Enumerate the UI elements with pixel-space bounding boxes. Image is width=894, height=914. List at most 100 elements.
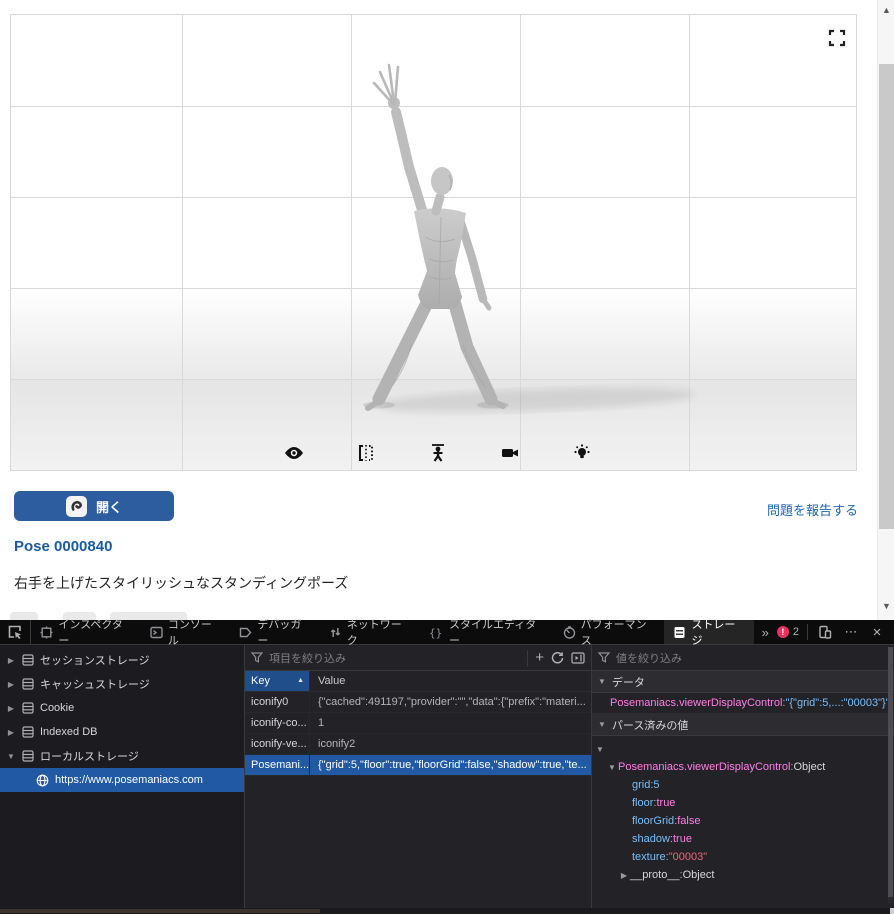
- table-row[interactable]: iconify-ve... iconify2: [245, 734, 591, 755]
- console-icon: [150, 626, 163, 639]
- storage-sidebar: ▶ セッションストレージ ▶ キャッシュストレージ ▶ Cookie ▶: [0, 645, 245, 908]
- pose-title: Pose 0000840: [14, 538, 112, 555]
- tag-chip[interactable]: [10, 612, 38, 620]
- sidebar-item-posemaniacs-host[interactable]: https://www.posemaniacs.com: [0, 768, 244, 792]
- tree-node-proto[interactable]: ▶ __proto__Object: [592, 866, 894, 884]
- tree-prop-texture[interactable]: texture"00003": [592, 848, 894, 866]
- expander-icon[interactable]: ▶: [6, 728, 16, 737]
- tab-inspector[interactable]: インスペクター: [31, 620, 141, 644]
- table-row-selected[interactable]: Posemani... {"grid":5,"floor":true,"floo…: [245, 755, 591, 776]
- responsive-mode-icon[interactable]: [816, 623, 834, 641]
- close-devtools-icon[interactable]: ×: [868, 623, 886, 641]
- tree-prop-floor-grid[interactable]: floorGridfalse: [592, 812, 894, 830]
- table-row[interactable]: iconify0 {"cached":491197,"provider":"",…: [245, 692, 591, 713]
- storage-table-panel: 項目を絞り込み +: [245, 645, 592, 908]
- camera-icon[interactable]: [499, 442, 521, 464]
- tab-storage[interactable]: ストレージ: [664, 620, 753, 644]
- values-filter-input[interactable]: 値を絞り込み: [616, 650, 888, 666]
- collapse-icon[interactable]: ▼: [6, 752, 16, 761]
- viewer-toolbar: [283, 442, 593, 464]
- tree-node-viewer-display-control[interactable]: ▼ Posemaniacs.viewerDisplayControlObject: [592, 758, 894, 776]
- meatball-menu-icon[interactable]: ⋯: [842, 623, 860, 641]
- collapse-icon: ▼: [606, 763, 618, 772]
- scrollbar-thumb[interactable]: [0, 909, 320, 913]
- expander-icon: ▶: [618, 871, 630, 880]
- eye-icon[interactable]: [283, 442, 305, 464]
- inspector-icon: [40, 626, 53, 639]
- storage-type-icon: [22, 726, 34, 738]
- add-item-icon[interactable]: +: [535, 649, 544, 666]
- pose-description: 右手を上げたスタイリッシュなスタンディングポーズ: [14, 573, 348, 593]
- sort-ascending-icon: ▲: [297, 677, 304, 684]
- sidebar-item-cache-storage[interactable]: ▶ キャッシュストレージ: [0, 672, 244, 696]
- refresh-icon[interactable]: [551, 651, 564, 664]
- storage-type-icon: [22, 750, 34, 762]
- devtools-toolbar-right: ! 2 ⋯ ×: [777, 620, 894, 644]
- storage-type-icon: [22, 702, 34, 714]
- tree-prop-floor[interactable]: floortrue: [592, 794, 894, 812]
- flip-horizontal-icon[interactable]: [355, 442, 377, 464]
- error-icon: !: [777, 626, 789, 638]
- expander-icon[interactable]: ▶: [6, 680, 16, 689]
- fullscreen-icon[interactable]: [828, 29, 846, 47]
- report-problem-link[interactable]: 問題を報告する: [767, 500, 858, 519]
- divider: [527, 650, 528, 666]
- column-header-value[interactable]: Value: [309, 671, 591, 691]
- pick-element-icon[interactable]: [0, 620, 31, 644]
- tab-performance[interactable]: パフォーマンス: [554, 620, 665, 644]
- error-count: 2: [793, 626, 799, 638]
- devtools-horizontal-scrollbar[interactable]: [0, 908, 894, 914]
- filter-icon: [251, 652, 263, 663]
- parsed-value-tree: ▼ ▼ Posemaniacs.viewerDisplayControlObje…: [592, 736, 894, 884]
- tab-console[interactable]: コンソール: [141, 620, 230, 644]
- values-scrollbar[interactable]: [888, 647, 893, 903]
- divider: [807, 624, 808, 640]
- collapse-icon: ▼: [598, 677, 606, 686]
- collapse-icon: ▼: [594, 745, 606, 754]
- tab-network[interactable]: ネットワーク: [320, 620, 420, 644]
- network-icon: [329, 626, 342, 639]
- column-header-key[interactable]: Key ▲: [245, 671, 309, 691]
- collapse-icon: ▼: [598, 720, 606, 729]
- data-entry-row[interactable]: Posemaniacs.viewerDisplayControl"{"grid"…: [592, 693, 894, 714]
- light-icon[interactable]: [571, 442, 593, 464]
- filter-icon: [598, 652, 610, 663]
- toggle-sidebar-icon[interactable]: [571, 652, 585, 664]
- more-tabs-chevron-icon[interactable]: »: [754, 620, 777, 644]
- storage-icon: [673, 626, 686, 639]
- section-header-parsed-value[interactable]: ▼ パース済みの値: [592, 714, 894, 736]
- open-in-clip-studio-button[interactable]: 開く: [14, 491, 174, 521]
- scroll-up-icon[interactable]: ▲: [878, 2, 894, 18]
- sidebar-item-indexed-db[interactable]: ▶ Indexed DB: [0, 720, 244, 744]
- scroll-down-icon[interactable]: ▼: [878, 598, 894, 614]
- section-header-data[interactable]: ▼ データ: [592, 671, 894, 693]
- values-panel: 値を絞り込み ▼ データ Posemaniacs.viewerDisplayCo…: [592, 645, 894, 908]
- table-row[interactable]: iconify-co... 1: [245, 713, 591, 734]
- sidebar-item-cookie[interactable]: ▶ Cookie: [0, 696, 244, 720]
- expander-icon[interactable]: ▶: [6, 656, 16, 665]
- person-icon[interactable]: [427, 442, 449, 464]
- values-filter-bar: 値を絞り込み: [592, 645, 894, 671]
- performance-icon: [563, 626, 576, 639]
- scrollbar-thumb[interactable]: [879, 64, 894, 529]
- items-filter-input[interactable]: 項目を絞り込み: [269, 650, 521, 666]
- tree-root-expander[interactable]: ▼: [592, 740, 894, 758]
- tree-prop-shadow[interactable]: shadowtrue: [592, 830, 894, 848]
- tab-style-editor[interactable]: {} スタイルエディター: [420, 620, 554, 644]
- pose-3d-viewer[interactable]: [10, 14, 857, 471]
- resize-corner[interactable]: [890, 908, 894, 914]
- storage-panel: ▶ セッションストレージ ▶ キャッシュストレージ ▶ Cookie ▶: [0, 645, 894, 908]
- storage-type-icon: [22, 678, 34, 690]
- table-header: Key ▲ Value: [245, 671, 591, 692]
- expander-icon[interactable]: ▶: [6, 704, 16, 713]
- sidebar-item-session-storage[interactable]: ▶ セッションストレージ: [0, 648, 244, 672]
- error-badge[interactable]: ! 2: [777, 626, 799, 638]
- anatomy-figure: [11, 15, 857, 471]
- tree-prop-grid[interactable]: grid5: [592, 776, 894, 794]
- tab-debugger[interactable]: デバッガー: [230, 620, 319, 644]
- storage-type-icon: [22, 654, 34, 666]
- page-scrollbar[interactable]: ▲ ▼: [877, 0, 894, 620]
- style-editor-icon: {}: [429, 626, 444, 639]
- sidebar-item-local-storage[interactable]: ▼ ローカルストレージ: [0, 744, 244, 768]
- devtools-panel: インスペクター コンソール デバッガー: [0, 620, 894, 914]
